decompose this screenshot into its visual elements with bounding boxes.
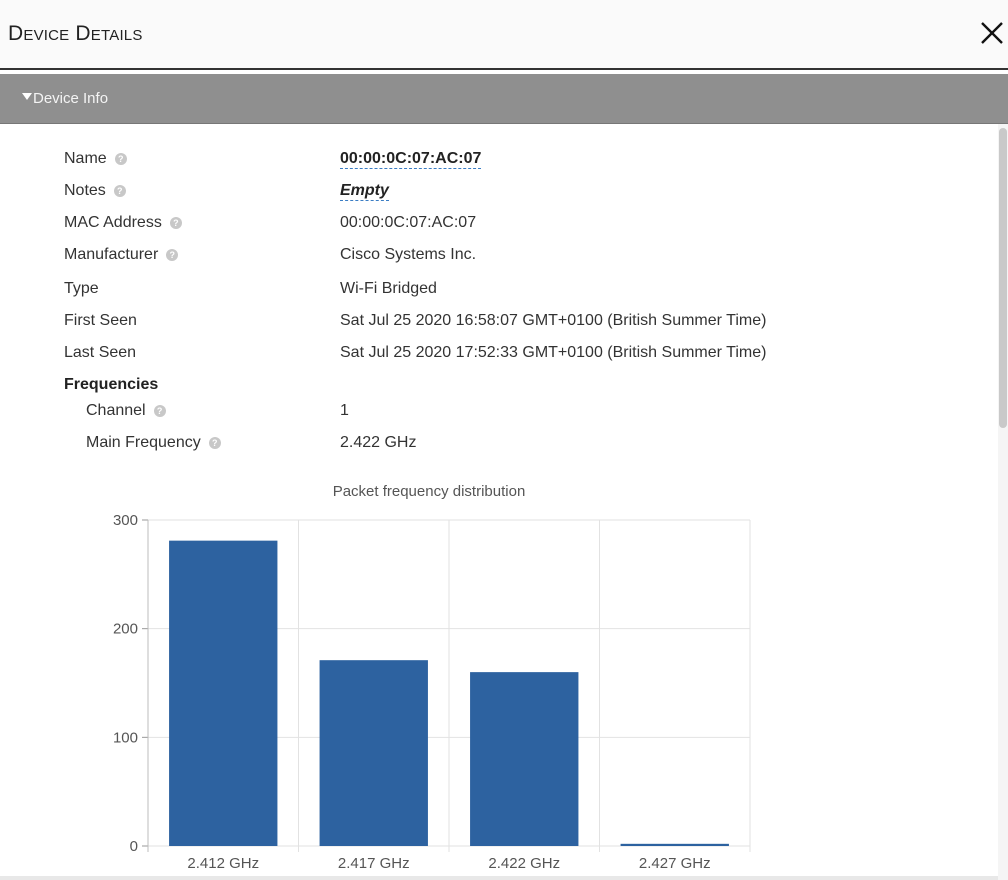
- name-value[interactable]: 00:00:0C:07:AC:07: [340, 150, 482, 169]
- manufacturer-label-text: Manufacturer: [64, 246, 159, 263]
- bar-2: [470, 672, 579, 846]
- name-label-text: Name: [64, 150, 107, 167]
- manufacturer-label: Manufacturer?: [64, 246, 179, 264]
- y-tick-label: 100: [113, 729, 138, 746]
- frequencies-heading: Frequencies: [64, 376, 159, 393]
- help-icon[interactable]: ?: [114, 153, 127, 165]
- x-tick-label: 2.427 GHz: [639, 855, 711, 872]
- chart-title: Packet frequency distribution: [333, 483, 526, 500]
- manufacturer-value: Cisco Systems Inc.: [340, 246, 477, 263]
- packet-frequency-chart: Packet frequency distribution 0 100 200 300 2…: [113, 483, 751, 872]
- device-info-section-header[interactable]: Device Info: [0, 74, 1008, 124]
- close-icon: [981, 22, 1003, 44]
- channel-label: Channel?: [86, 402, 166, 420]
- mac-address-value: 00:00:0C:07:AC:07: [340, 214, 477, 231]
- scrollbar-thumb[interactable]: [999, 128, 1007, 428]
- mac-address-label: MAC Address?: [64, 214, 182, 232]
- bar-3: [620, 843, 729, 846]
- y-tick-label: 200: [113, 621, 138, 638]
- main-frequency-label-text: Main Frequency: [86, 434, 201, 451]
- last-seen-value: Sat Jul 25 2020 17:52:33 GMT+0100 (Briti…: [340, 344, 767, 361]
- last-seen-label: Last Seen: [64, 344, 137, 361]
- help-icon[interactable]: ?: [208, 437, 221, 449]
- mac-label-text: MAC Address: [64, 214, 162, 231]
- channel-label-text: Channel: [86, 402, 146, 419]
- name-editable[interactable]: 00:00:0C:07:AC:07: [340, 150, 482, 169]
- help-icon[interactable]: ?: [166, 249, 179, 261]
- dialog-header: Device Details: [0, 0, 1008, 70]
- notes-label-text: Notes: [64, 182, 106, 199]
- help-icon[interactable]: ?: [153, 405, 166, 417]
- main-frequency-label: Main Frequency?: [86, 434, 221, 452]
- notes-value[interactable]: Empty: [340, 182, 389, 201]
- y-tick-label: 0: [130, 838, 138, 855]
- section-label: Device Info: [33, 90, 109, 107]
- close-button[interactable]: [978, 18, 1006, 48]
- first-seen-label: First Seen: [64, 312, 137, 329]
- y-tick-label: 300: [113, 512, 138, 529]
- notes-editable[interactable]: Empty: [340, 182, 389, 201]
- type-label: Type: [64, 280, 99, 297]
- channel-value: 1: [340, 402, 349, 419]
- bottom-border: [0, 876, 998, 880]
- dialog-title: Device Details: [8, 22, 143, 45]
- triangle-down-icon: [22, 93, 32, 100]
- notes-label: Notes?: [64, 182, 126, 200]
- x-tick-label: 2.417 GHz: [338, 855, 410, 872]
- help-icon[interactable]: ?: [169, 217, 182, 229]
- first-seen-value: Sat Jul 25 2020 16:58:07 GMT+0100 (Briti…: [340, 312, 767, 329]
- bar-0: [169, 540, 278, 846]
- bar-1: [319, 660, 428, 846]
- x-tick-label: 2.422 GHz: [488, 855, 560, 872]
- x-tick-label: 2.412 GHz: [187, 855, 259, 872]
- type-value: Wi-Fi Bridged: [340, 280, 437, 297]
- name-label: Name?: [64, 150, 127, 168]
- help-icon[interactable]: ?: [113, 185, 126, 197]
- main-frequency-value: 2.422 GHz: [340, 434, 417, 451]
